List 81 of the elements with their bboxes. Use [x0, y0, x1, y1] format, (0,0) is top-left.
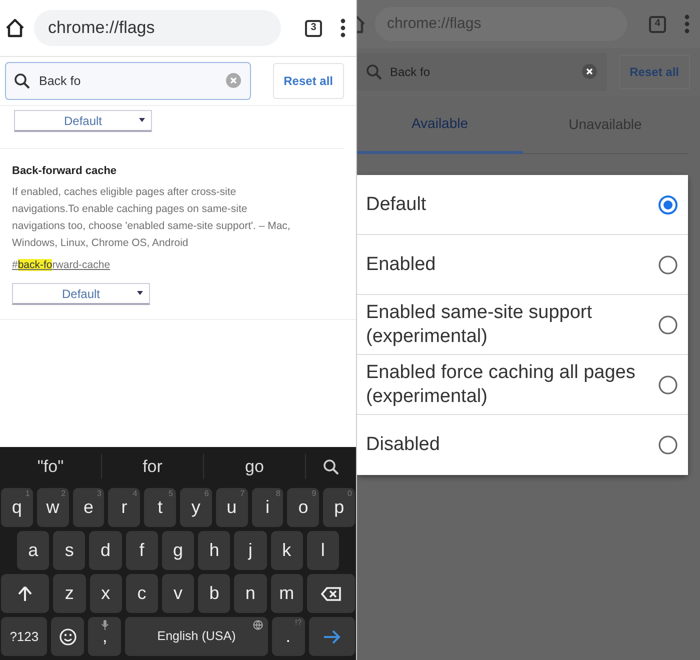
shift-icon — [18, 586, 32, 602]
keyboard-key[interactable]: o 9 — [287, 488, 320, 527]
flag-description: If enabled, caches eligible pages after cross-site navigations.To enable caching pages on same-site navigations too, choose 'enabled same-site support'. – Mac, Windows, Linux, Chrome OS, Android — [12, 184, 292, 250]
keyboard-key[interactable]: c — [126, 574, 158, 613]
key-hint: 3 — [96, 488, 102, 500]
keyboard-key[interactable]: d — [89, 531, 122, 570]
suggestion[interactable]: for — [102, 454, 204, 480]
keyboard-key[interactable]: t 5 — [144, 488, 176, 527]
caret-icon — [137, 291, 143, 296]
home-icon[interactable] — [4, 17, 26, 39]
radio-selected[interactable] — [658, 194, 678, 214]
search-field[interactable]: Back fo — [5, 62, 251, 100]
keyboard-key[interactable]: u 7 — [216, 488, 248, 527]
shift-key[interactable] — [1, 574, 50, 613]
keyboard-key[interactable]: k — [270, 531, 303, 570]
keyboard-key[interactable]: p 0 — [323, 488, 355, 527]
key-hint: 5 — [168, 488, 173, 500]
key-hint: !? — [295, 617, 302, 629]
key-hint: 9 — [312, 488, 316, 500]
suggestion[interactable]: go — [204, 454, 306, 480]
option-label[interactable]: Enabled same-site support (experimental) — [366, 300, 658, 348]
keyboard-key[interactable]: g — [162, 531, 194, 570]
keyboard-key[interactable]: r 4 — [108, 488, 140, 527]
option-label[interactable]: Disabled — [366, 433, 658, 457]
mic-icon — [100, 620, 109, 630]
keyboard-key[interactable]: z — [53, 574, 86, 613]
keyboard-key[interactable]: w 2 — [36, 488, 69, 527]
enter-arrow-icon — [322, 630, 341, 644]
emoji-icon — [58, 628, 77, 646]
key-hint: 0 — [348, 488, 352, 500]
keyboard-key[interactable]: e 3 — [72, 488, 104, 527]
keyboard-key[interactable]: y 6 — [180, 488, 212, 527]
option-label[interactable]: Default — [366, 192, 658, 216]
key-hint: 8 — [276, 488, 280, 500]
keyboard-key[interactable]: s — [53, 531, 86, 570]
period-key[interactable]: . !? — [272, 617, 305, 656]
more-menu-icon[interactable] — [340, 18, 346, 38]
keyboard-key[interactable]: l — [306, 531, 339, 570]
option-label[interactable]: Enabled — [366, 252, 658, 276]
keyboard-key[interactable]: n — [234, 574, 267, 613]
address-bar[interactable]: chrome://flags — [34, 10, 281, 46]
key-hint: 6 — [204, 488, 209, 500]
flag-title: Back-forward cache — [12, 164, 118, 179]
keyboard-key[interactable]: h — [198, 531, 230, 570]
reset-all-button[interactable]: Reset all — [272, 63, 344, 99]
key-hint: 2 — [61, 488, 66, 500]
flag-link[interactable]: #back-forward-cache — [12, 258, 110, 274]
keyboard-key[interactable]: m — [270, 574, 303, 613]
comma-key[interactable]: , — [88, 617, 122, 656]
tab-count[interactable]: 3 — [305, 20, 322, 36]
search-icon — [366, 64, 382, 80]
dropdown[interactable]: Default — [12, 283, 150, 306]
keyboard-key[interactable]: x — [90, 574, 122, 613]
emoji-key[interactable] — [51, 617, 84, 656]
symbols-key[interactable]: ?123 — [1, 617, 48, 656]
keyboard-key[interactable]: a — [17, 531, 50, 570]
keyboard-key[interactable]: j — [234, 531, 267, 570]
key-hint: 4 — [132, 488, 138, 500]
key-hint: 1 — [25, 488, 30, 500]
keyboard-key[interactable]: b — [198, 574, 230, 613]
search-icon — [14, 73, 30, 89]
keyboard-key[interactable]: v — [162, 574, 194, 613]
dropdown[interactable]: Default — [14, 110, 152, 132]
globe-icon — [252, 620, 263, 630]
backspace-icon — [320, 586, 341, 600]
keyboard-key[interactable]: q 1 — [1, 488, 33, 527]
radio-unselected[interactable] — [658, 374, 678, 394]
keyboard-key[interactable]: f — [126, 531, 158, 570]
radio-unselected[interactable] — [658, 314, 678, 334]
option-label[interactable]: Enabled force caching all pages (experimental) — [366, 360, 658, 408]
clear-icon[interactable] — [582, 64, 597, 79]
radio-unselected[interactable] — [658, 435, 678, 455]
caret-icon — [139, 118, 145, 122]
keyboard-key[interactable]: i 8 — [252, 488, 284, 527]
key-hint: 7 — [240, 488, 245, 500]
suggestion[interactable]: "fo" — [0, 454, 102, 480]
radio-unselected[interactable] — [658, 254, 678, 274]
space-key[interactable]: English (USA) — [125, 617, 268, 656]
search-icon — [323, 459, 339, 476]
backspace-key[interactable] — [306, 574, 356, 613]
enter-key[interactable] — [308, 617, 355, 656]
